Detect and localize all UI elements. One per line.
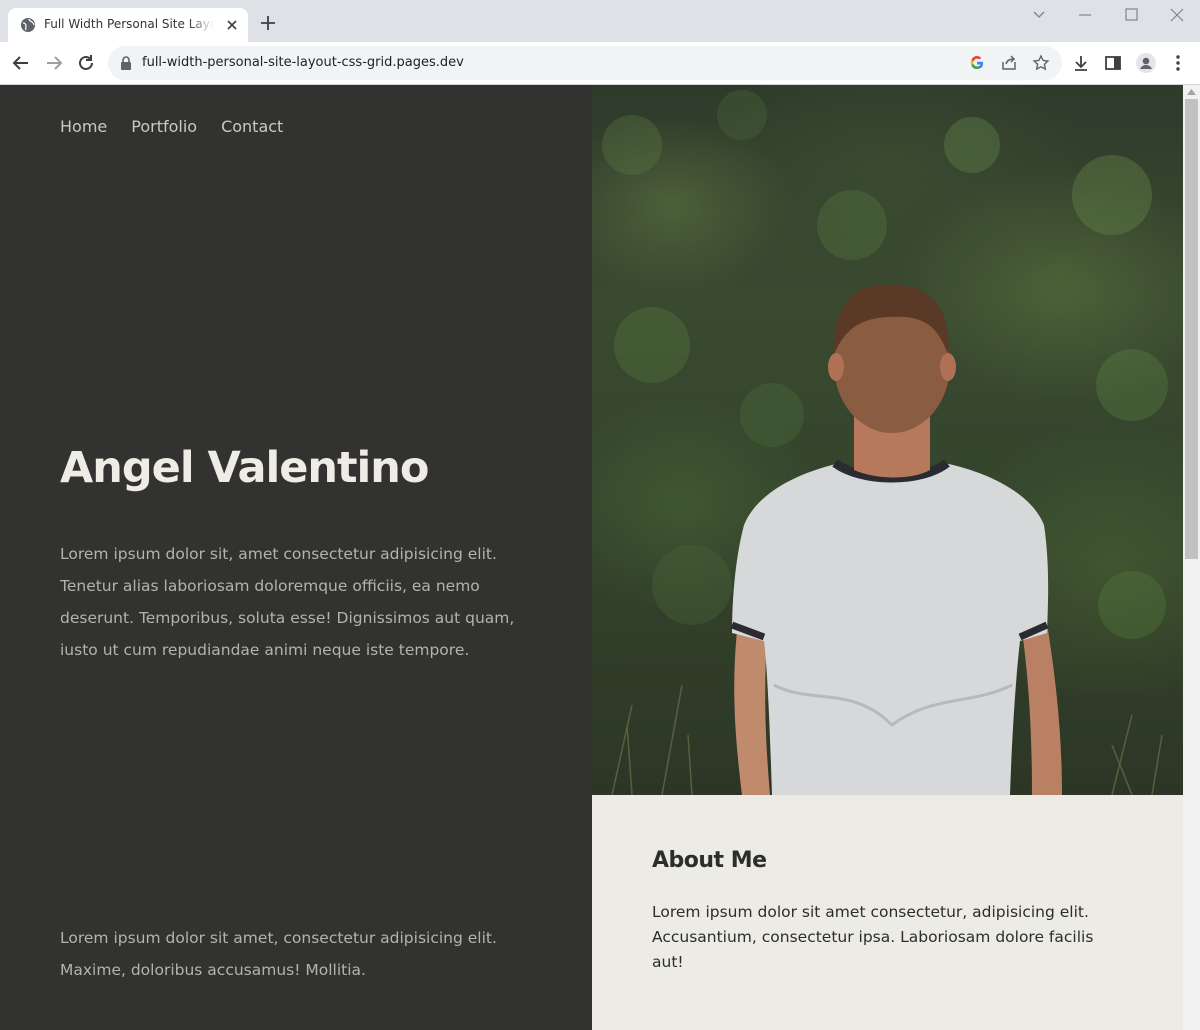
footer-text: Lorem ipsum dolor sit amet, consectetur … bbox=[60, 929, 497, 979]
scrollbar-thumb[interactable] bbox=[1185, 99, 1198, 559]
download-icon[interactable] bbox=[1071, 53, 1091, 73]
nav-portfolio[interactable]: Portfolio bbox=[131, 117, 197, 136]
menu-icon[interactable] bbox=[1168, 53, 1188, 73]
about-text: Lorem ipsum dolor sit amet consectetur, … bbox=[652, 903, 1094, 971]
plus-icon[interactable] bbox=[258, 13, 278, 33]
hero-panel: Home Portfolio Contact Angel Valentino L… bbox=[0, 85, 592, 1030]
globe-icon bbox=[21, 18, 35, 32]
scroll-up-arrow-icon[interactable] bbox=[1187, 89, 1196, 95]
chevron-down-icon[interactable] bbox=[1028, 6, 1050, 24]
lock-icon[interactable] bbox=[120, 56, 132, 70]
browser-toolbar: full-width-personal-site-layout-css-grid… bbox=[0, 42, 1200, 85]
nav-contact[interactable]: Contact bbox=[221, 117, 283, 136]
hero-name: Angel Valentino bbox=[60, 443, 429, 493]
forward-icon[interactable] bbox=[44, 53, 64, 73]
page-scrollbar[interactable] bbox=[1183, 85, 1200, 1030]
page-viewport: Home Portfolio Contact Angel Valentino L… bbox=[0, 85, 1200, 1030]
url-text[interactable]: full-width-personal-site-layout-css-grid… bbox=[142, 55, 464, 70]
window-close-icon[interactable] bbox=[1166, 6, 1188, 24]
person-in-forest-image bbox=[602, 90, 1168, 795]
about-title: About Me bbox=[652, 848, 767, 873]
share-icon[interactable] bbox=[1000, 54, 1018, 72]
minimize-icon[interactable] bbox=[1074, 6, 1096, 24]
address-bar[interactable]: full-width-personal-site-layout-css-grid… bbox=[108, 46, 1062, 80]
main-nav: Home Portfolio Contact bbox=[60, 117, 283, 136]
hero-text: Lorem ipsum dolor sit, amet consectetur … bbox=[60, 545, 515, 659]
nav-home[interactable]: Home bbox=[60, 117, 107, 136]
browser-tab[interactable]: Full Width Personal Site Layout CSS Grid bbox=[8, 8, 248, 42]
back-icon[interactable] bbox=[11, 53, 31, 73]
maximize-icon[interactable] bbox=[1120, 6, 1142, 24]
profile-icon[interactable] bbox=[1136, 53, 1156, 73]
close-icon[interactable] bbox=[224, 17, 240, 33]
hero-photo bbox=[592, 85, 1183, 795]
reload-icon[interactable] bbox=[76, 53, 96, 73]
tab-title: Full Width Personal Site Layout CSS Grid bbox=[44, 17, 214, 31]
star-icon[interactable] bbox=[1032, 54, 1050, 72]
tab-strip: Full Width Personal Site Layout CSS Grid bbox=[0, 0, 1200, 42]
about-section: About Me Lorem ipsum dolor sit amet cons… bbox=[592, 795, 1183, 1030]
google-icon[interactable] bbox=[968, 54, 986, 72]
sidepanel-icon[interactable] bbox=[1103, 53, 1123, 73]
